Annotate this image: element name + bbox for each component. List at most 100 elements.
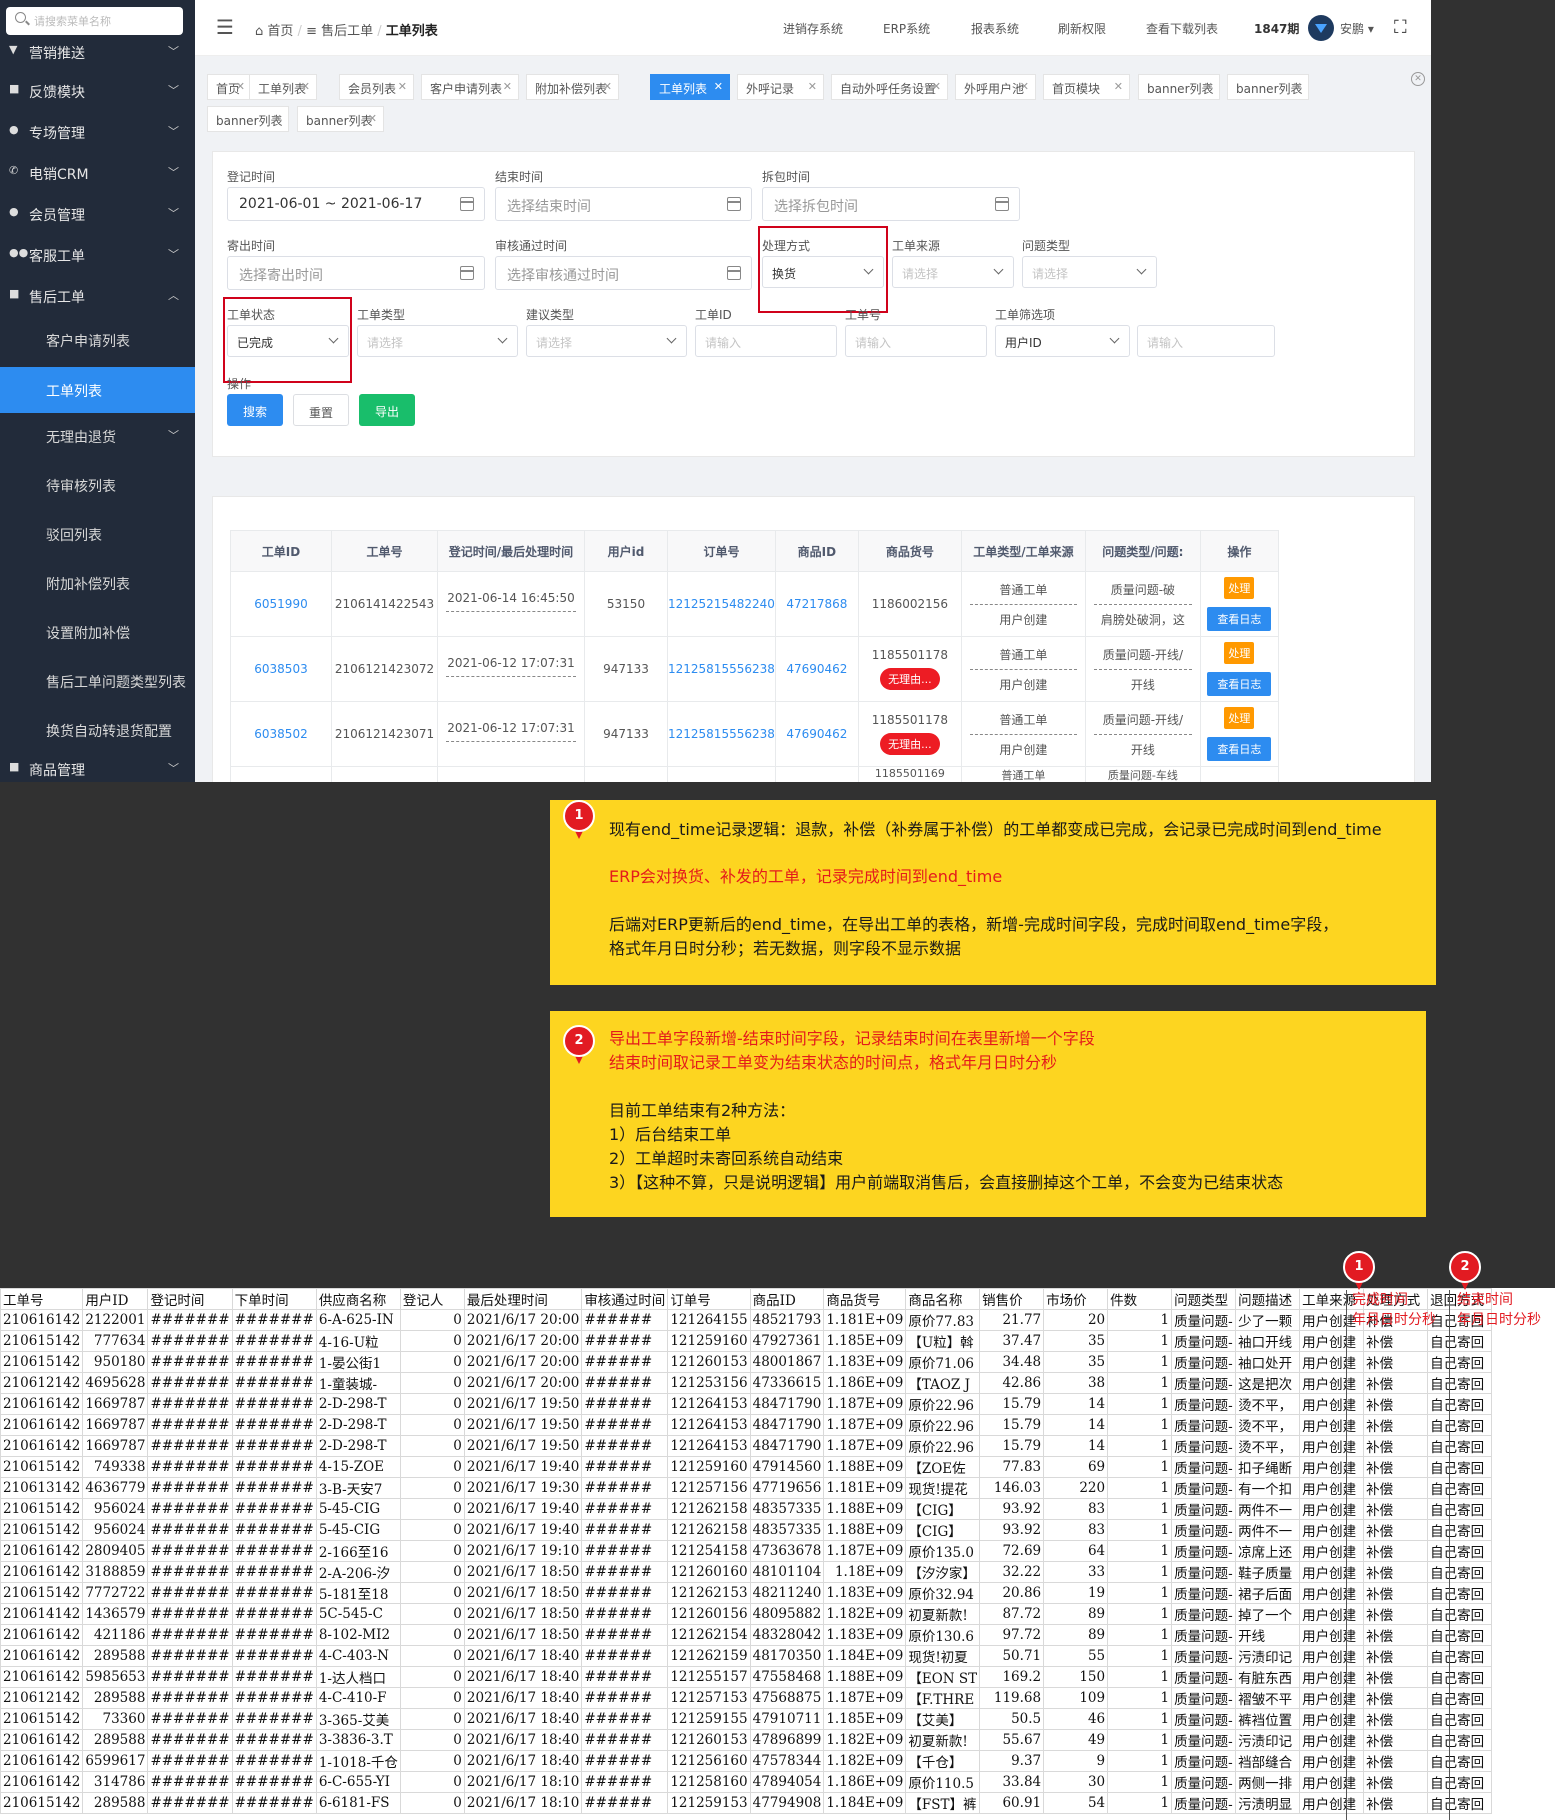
sheet-cell[interactable]: 用户创建 xyxy=(1299,1624,1365,1646)
sheet-cell[interactable]: 121262159 xyxy=(667,1645,751,1667)
sheet-cell[interactable]: 污渍明显 xyxy=(1235,1792,1301,1814)
sheet-cell[interactable]: 质量问题- xyxy=(1171,1477,1237,1499)
reset-button[interactable]: 重置 xyxy=(293,394,349,426)
close-icon[interactable]: ✕ xyxy=(368,112,377,125)
sheet-cell[interactable]: 用户创建 xyxy=(1299,1435,1365,1457)
sheet-cell[interactable]: 3-3836-3.T xyxy=(315,1729,401,1751)
sheet-cell[interactable]: 0 xyxy=(399,1414,465,1436)
sheet-cell[interactable]: ####### xyxy=(231,1708,317,1730)
close-icon[interactable]: ✕ xyxy=(236,80,245,93)
sheet-cell[interactable]: 1.184E+09 xyxy=(823,1792,907,1814)
sheet-cell[interactable]: 烫不平， xyxy=(1235,1414,1301,1436)
sheet-cell[interactable]: 48357335 xyxy=(749,1519,825,1541)
sheet-cell[interactable]: 补偿 xyxy=(1363,1792,1429,1814)
sheet-cell[interactable]: 裙子后面 xyxy=(1235,1582,1301,1604)
sheet-cell[interactable]: 1 xyxy=(1107,1519,1173,1541)
sheet-cell[interactable]: 凉席上还 xyxy=(1235,1540,1301,1562)
sheet-cell[interactable]: 0 xyxy=(399,1477,465,1499)
sheet-cell[interactable]: 93.92 xyxy=(979,1498,1045,1520)
sheet-cell[interactable]: 5-181至18 xyxy=(315,1582,401,1604)
sheet-cell[interactable]: 6-C-655-YI xyxy=(315,1771,401,1793)
sheet-cell[interactable]: 55.67 xyxy=(979,1729,1045,1751)
sheet-cell[interactable]: 119.68 xyxy=(979,1687,1045,1709)
sheet-cell[interactable]: 补偿 xyxy=(1363,1561,1429,1583)
sheet-cell[interactable]: 【F.THRE xyxy=(905,1687,981,1709)
sheet-cell[interactable]: 210615142 xyxy=(0,1708,84,1730)
sheet-cell[interactable]: 32.22 xyxy=(979,1561,1045,1583)
sheet-cell[interactable]: 用户创建 xyxy=(1299,1519,1365,1541)
sheet-cell[interactable]: 质量问题- xyxy=(1171,1624,1237,1646)
sheet-cell[interactable]: ###### xyxy=(581,1645,669,1667)
sheet-cell[interactable]: 1.182E+09 xyxy=(823,1603,907,1625)
sheet-cell[interactable]: 2021/6/17 19:10 xyxy=(463,1540,583,1562)
sheet-cell[interactable]: ####### xyxy=(231,1645,317,1667)
filter-field-select[interactable]: 用户ID xyxy=(995,325,1130,357)
sheet-cell[interactable]: 质量问题- xyxy=(1171,1498,1237,1520)
sheet-cell[interactable]: 42.86 xyxy=(979,1372,1045,1394)
tab-5[interactable]: 附加补偿列表 ✕ xyxy=(526,74,619,100)
sheet-cell[interactable]: 用户创建 xyxy=(1299,1792,1365,1814)
sheet-cell[interactable]: 自己寄回 xyxy=(1427,1603,1493,1625)
sheet-cell[interactable]: ####### xyxy=(147,1330,233,1352)
sheet-cell[interactable]: 现货!初夏 xyxy=(905,1645,981,1667)
sheet-cell[interactable]: 2021/6/17 20:00 xyxy=(463,1351,583,1373)
menu-toggle-icon[interactable]: ☰ xyxy=(216,15,234,39)
sidebar-sub-rejected[interactable]: 驳回列表 xyxy=(0,512,195,556)
sheet-cell[interactable]: 4-C-410-F xyxy=(315,1687,401,1709)
sheet-cell[interactable]: 97.72 xyxy=(979,1624,1045,1646)
sheet-cell[interactable]: 121262158 xyxy=(667,1519,751,1541)
sheet-cell[interactable]: 用户创建 xyxy=(1299,1498,1365,1520)
sheet-cell[interactable]: 补偿 xyxy=(1363,1582,1429,1604)
work-id-link[interactable]: 6038503 xyxy=(254,662,307,676)
tab-12[interactable]: banner列表 ✕ xyxy=(1227,74,1309,100)
sheet-cell[interactable]: 21.77 xyxy=(979,1309,1045,1331)
sheet-cell[interactable]: 现货!提花 xyxy=(905,1477,981,1499)
sheet-cell[interactable]: ###### xyxy=(581,1393,669,1415)
tab-6[interactable]: 工单列表 ✕ xyxy=(650,74,730,100)
sheet-cell[interactable]: 47896899 xyxy=(749,1729,825,1751)
sheet-cell[interactable]: 0 xyxy=(399,1540,465,1562)
sheet-cell[interactable]: 33 xyxy=(1043,1561,1109,1583)
sheet-cell[interactable]: 47363678 xyxy=(749,1540,825,1562)
method-select[interactable]: 换货 xyxy=(762,256,884,288)
sheet-cell[interactable]: ####### xyxy=(231,1414,317,1436)
sheet-cell[interactable]: 169.2 xyxy=(979,1666,1045,1688)
sheet-cell[interactable]: ###### xyxy=(581,1792,669,1814)
sheet-cell[interactable]: 开线 xyxy=(1235,1624,1301,1646)
sheet-cell[interactable]: 补偿 xyxy=(1363,1351,1429,1373)
sheet-cell[interactable]: 质量问题- xyxy=(1171,1330,1237,1352)
sheet-cell[interactable]: 质量问题- xyxy=(1171,1435,1237,1457)
tab-2[interactable]: 工单列表 ✕ xyxy=(249,74,317,100)
sheet-cell[interactable]: ####### xyxy=(231,1372,317,1394)
sheet-cell[interactable]: 777634 xyxy=(82,1330,149,1352)
sheet-cell[interactable]: ###### xyxy=(581,1309,669,1331)
sheet-cell[interactable]: 有一个扣 xyxy=(1235,1477,1301,1499)
sheet-cell[interactable]: 121262153 xyxy=(667,1582,751,1604)
sheet-cell[interactable]: 121264153 xyxy=(667,1393,751,1415)
sheet-cell[interactable]: 0 xyxy=(399,1351,465,1373)
sheet-cell[interactable]: ###### xyxy=(581,1456,669,1478)
sheet-cell[interactable]: 48211240 xyxy=(749,1582,825,1604)
sheet-cell[interactable]: 原价77.83 xyxy=(905,1309,981,1331)
audit-time-picker[interactable]: 选择审核通过时间 xyxy=(495,256,752,290)
sheet-cell[interactable]: 1 xyxy=(1107,1750,1173,1772)
sheet-cell[interactable]: 6-A-625-IN xyxy=(315,1309,401,1331)
sheet-cell[interactable]: 【ZOE佐 xyxy=(905,1456,981,1478)
sheet-cell[interactable]: 1 xyxy=(1107,1435,1173,1457)
sheet-cell[interactable]: 47794908 xyxy=(749,1792,825,1814)
sheet-cell[interactable]: 121259160 xyxy=(667,1456,751,1478)
sheet-cell[interactable]: 0 xyxy=(399,1498,465,1520)
goods-link[interactable]: 47690462 xyxy=(786,662,847,676)
sheet-cell[interactable]: 【FST】裤 xyxy=(905,1792,981,1814)
sheet-cell[interactable]: 146.03 xyxy=(979,1477,1045,1499)
sheet-cell[interactable]: ###### xyxy=(581,1519,669,1541)
sheet-cell[interactable]: 补偿 xyxy=(1363,1708,1429,1730)
sheet-cell[interactable]: ####### xyxy=(147,1750,233,1772)
sidebar-sub-apply[interactable]: 客户申请列表 xyxy=(0,318,195,362)
sheet-cell[interactable]: 121260153 xyxy=(667,1351,751,1373)
nav-downloads[interactable]: 查看下载列表 xyxy=(1146,20,1218,37)
sheet-cell[interactable]: 补偿 xyxy=(1363,1729,1429,1751)
sheet-cell[interactable]: 质量问题- xyxy=(1171,1309,1237,1331)
sheet-cell[interactable]: 14 xyxy=(1043,1414,1109,1436)
sheet-cell[interactable]: 0 xyxy=(399,1792,465,1814)
